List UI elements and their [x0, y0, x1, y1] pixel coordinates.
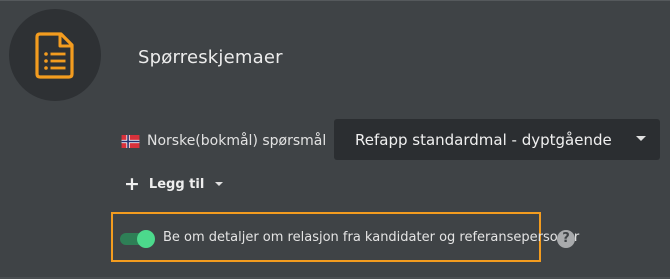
plus-icon: + — [124, 172, 140, 195]
norway-flag-icon — [121, 134, 140, 148]
help-icon[interactable]: ? — [557, 230, 575, 248]
template-select-value: Refapp standardmal - dyptgående — [355, 130, 612, 149]
document-list-icon — [35, 32, 74, 79]
add-button[interactable]: + Legg til — [124, 172, 224, 196]
caret-down-icon — [215, 182, 224, 186]
top-divider — [0, 0, 670, 1]
chevron-down-icon — [636, 136, 646, 141]
toggle-knob — [137, 230, 155, 248]
language-row: Norske(bokmål) spørsmål — [121, 127, 326, 155]
template-select[interactable]: Refapp standardmal - dyptgående — [334, 119, 660, 160]
relation-toggle[interactable] — [120, 230, 156, 248]
add-button-label: Legg til — [148, 176, 205, 192]
language-label: Norske(bokmål) spørsmål — [147, 133, 327, 149]
form-avatar — [9, 9, 101, 101]
relation-toggle-label: Be om detaljer om relasjon fra kandidate… — [163, 230, 580, 245]
page-title: Spørreskjemaer — [138, 47, 283, 68]
